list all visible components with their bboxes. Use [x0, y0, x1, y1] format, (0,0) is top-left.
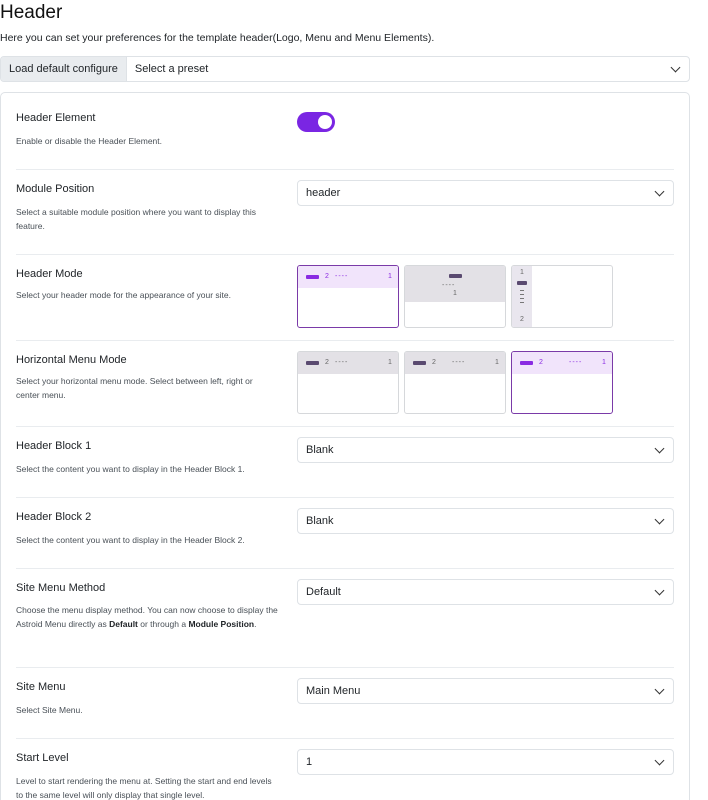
chevron-down-icon [670, 62, 681, 72]
chevron-down-icon [654, 443, 665, 453]
header-mode-option-3[interactable]: 1 2 [511, 265, 613, 328]
start-level-help: Level to start rendering the menu at. Se… [16, 776, 272, 800]
help-text: or through a [137, 619, 189, 629]
site-menu-method-label: Site Menu Method [16, 582, 106, 594]
logo-mark [306, 275, 319, 279]
menu-dashes: ---- [335, 273, 349, 280]
option-number: 1 [388, 359, 392, 366]
menu-dashes: ---- [335, 359, 349, 366]
horizontal-menu-mode-help: Select your horizontal menu mode. Select… [16, 376, 253, 400]
preset-select-label: Select a preset [134, 63, 209, 75]
site-menu-help: Select Site Menu. [16, 705, 83, 715]
option-number: 1 [495, 359, 499, 366]
header-block-1-value: Blank [306, 444, 334, 456]
start-level-value: 1 [306, 756, 313, 768]
option-number: 2 [325, 273, 329, 280]
logo-mark [306, 361, 319, 365]
menu-line [520, 298, 524, 299]
help-bold-module-position: Module Position [188, 619, 255, 629]
header-element-toggle[interactable] [297, 112, 335, 132]
module-position-help: Select a suitable module position where … [16, 207, 257, 231]
option-number: 2 [432, 359, 436, 366]
row-header-element: Header Element Enable or disable the Hea… [16, 93, 674, 170]
chevron-down-icon [654, 585, 665, 595]
option-number: 1 [602, 359, 606, 366]
chevron-down-icon [654, 186, 665, 196]
site-menu-label: Site Menu [16, 681, 66, 693]
header-block-2-label: Header Block 2 [16, 511, 92, 523]
menu-dashes: ---- [569, 359, 583, 366]
menu-dashes: ---- [452, 359, 466, 366]
option-number: 2 [325, 359, 329, 366]
site-menu-method-select[interactable]: Default [297, 579, 674, 605]
module-position-select[interactable]: header [297, 180, 674, 206]
logo-mark [517, 281, 527, 285]
menu-mode-option-center[interactable]: 2 ---- 1 [404, 351, 506, 414]
header-block-1-select[interactable]: Blank [297, 437, 674, 463]
option-number: 1 [520, 269, 524, 276]
header-element-help: Enable or disable the Header Element. [16, 136, 163, 146]
load-default-configure-button[interactable]: Load default configure [1, 57, 127, 81]
menu-line [520, 290, 524, 291]
header-mode-label: Header Mode [16, 268, 83, 280]
row-module-position: Module Position Select a suitable module… [16, 170, 674, 255]
start-level-select[interactable]: 1 [297, 749, 674, 775]
logo-mark [449, 274, 462, 278]
settings-card: Header Element Enable or disable the Hea… [0, 92, 690, 800]
menu-mode-option-left[interactable]: 2 ---- 1 [297, 351, 399, 414]
preset-bar: Load default configure Select a preset [0, 56, 690, 82]
row-header-block-2: Header Block 2 Select the content you wa… [16, 498, 674, 569]
header-block-2-value: Blank [306, 515, 334, 527]
preset-select[interactable]: Select a preset [127, 57, 689, 81]
chevron-down-icon [654, 514, 665, 524]
help-bold-default: Default [109, 619, 138, 629]
row-site-menu-method: Site Menu Method Choose the menu display… [16, 569, 674, 668]
menu-line [520, 302, 524, 303]
site-menu-method-help: Choose the menu display method. You can … [16, 603, 278, 631]
start-level-label: Start Level [16, 752, 69, 764]
row-site-menu: Site Menu Select Site Menu. Main Menu [16, 668, 674, 739]
logo-mark [413, 361, 426, 365]
menu-line [520, 294, 524, 295]
site-menu-select[interactable]: Main Menu [297, 678, 674, 704]
option-number: 2 [539, 359, 543, 366]
logo-mark [520, 361, 533, 365]
header-block-1-label: Header Block 1 [16, 440, 92, 452]
row-horizontal-menu-mode: Horizontal Menu Mode Select your horizon… [16, 341, 674, 427]
page-description: Here you can set your preferences for th… [0, 32, 435, 44]
menu-dashes: ---- [442, 282, 456, 289]
row-header-block-1: Header Block 1 Select the content you wa… [16, 427, 674, 498]
site-menu-value: Main Menu [306, 685, 361, 697]
row-header-mode: Header Mode Select your header mode for … [16, 255, 674, 341]
header-block-2-help: Select the content you want to display i… [16, 535, 245, 545]
chevron-down-icon [654, 684, 665, 694]
chevron-down-icon [654, 755, 665, 765]
option-number: 2 [520, 316, 524, 323]
option-number: 1 [388, 273, 392, 280]
menu-mode-option-right[interactable]: 2 ---- 1 [511, 351, 613, 414]
toggle-knob [318, 115, 332, 129]
header-element-label: Header Element [16, 112, 96, 124]
header-mode-option-2[interactable]: ---- 1 [404, 265, 506, 328]
page-title: Header [0, 2, 63, 23]
header-mode-option-1[interactable]: 2 ---- 1 [297, 265, 399, 328]
header-block-1-help: Select the content you want to display i… [16, 464, 245, 474]
header-mode-help: Select your header mode for the appearan… [16, 290, 231, 300]
header-block-2-select[interactable]: Blank [297, 508, 674, 534]
site-menu-method-value: Default [306, 586, 341, 598]
option-number: 1 [453, 290, 457, 297]
module-position-label: Module Position [16, 183, 95, 195]
help-text: . [254, 619, 257, 629]
module-position-value: header [306, 187, 341, 199]
horizontal-menu-mode-label: Horizontal Menu Mode [16, 354, 127, 366]
row-start-level: Start Level Level to start rendering the… [16, 739, 674, 800]
